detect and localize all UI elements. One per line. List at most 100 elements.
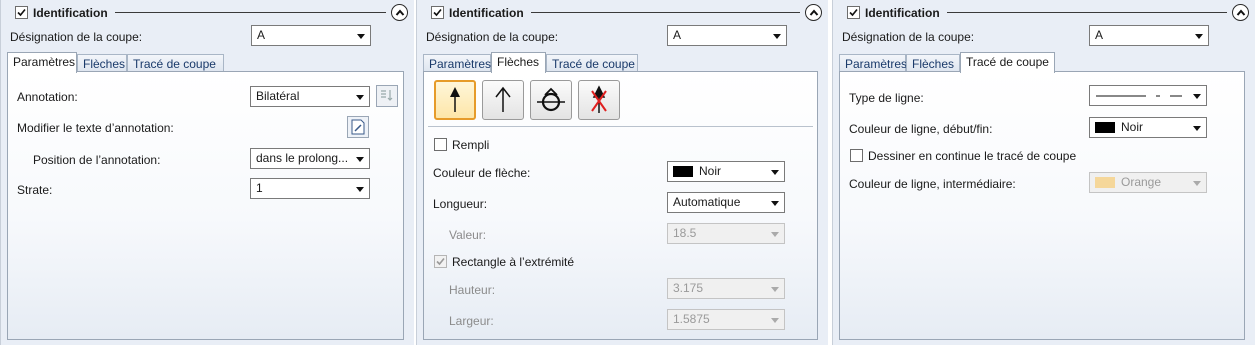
type-ligne-select[interactable] bbox=[1089, 85, 1207, 106]
header-divider bbox=[115, 12, 386, 13]
divider bbox=[428, 126, 813, 127]
section-title: Identification bbox=[865, 6, 940, 20]
identification-checkbox[interactable] bbox=[431, 6, 444, 19]
arrow-none-button[interactable] bbox=[578, 80, 620, 120]
rectangle-checkbox[interactable] bbox=[434, 255, 447, 268]
annotation-options-icon[interactable] bbox=[376, 85, 398, 107]
chevron-down-icon bbox=[771, 201, 779, 206]
couleur-inter-select[interactable]: Orange bbox=[1089, 172, 1207, 193]
header-divider bbox=[531, 12, 800, 13]
tab-trace-de-coupe[interactable]: Tracé de coupe bbox=[546, 54, 638, 72]
chevron-down-icon bbox=[356, 187, 364, 192]
color-swatch bbox=[1095, 177, 1115, 189]
couleur-fleche-value: Noir bbox=[699, 164, 722, 178]
tab-trace-de-coupe[interactable]: Tracé de coupe bbox=[127, 54, 224, 72]
chevron-down-icon bbox=[1193, 181, 1201, 186]
arrow-circle-icon bbox=[537, 87, 565, 112]
tab-trace-de-coupe[interactable]: Tracé de coupe bbox=[960, 52, 1055, 73]
chevron-down-icon bbox=[773, 34, 781, 39]
modify-annotation-label: Modifier le texte d’annotation: bbox=[17, 121, 174, 135]
chevron-down-icon bbox=[1195, 34, 1203, 39]
chevron-down-icon bbox=[771, 318, 779, 323]
section-title: Identification bbox=[449, 6, 524, 20]
tab-fleches[interactable]: Flèches bbox=[491, 52, 546, 73]
couleur-fleche-select[interactable]: Noir bbox=[667, 161, 785, 182]
annotation-value: Bilatéral bbox=[256, 89, 300, 103]
tab-fleches[interactable]: Flèches bbox=[906, 54, 960, 72]
tab-parametres[interactable]: Paramètres bbox=[7, 52, 77, 73]
couleur-fleche-label: Couleur de flèche: bbox=[433, 166, 531, 180]
arrow-open-button[interactable] bbox=[482, 80, 524, 120]
arrow-filled-button[interactable] bbox=[434, 80, 476, 120]
largeur-value: 1.5875 bbox=[673, 312, 710, 326]
couleur-inter-value: Orange bbox=[1121, 175, 1162, 189]
tab-bar: Paramètres Flèches Tracé de coupe bbox=[7, 52, 307, 73]
hauteur-label: Hauteur: bbox=[449, 283, 496, 297]
tab-parametres[interactable]: Paramètres bbox=[839, 54, 907, 72]
couleur-debut-value: Noir bbox=[1121, 120, 1144, 134]
chevron-down-icon bbox=[771, 287, 779, 292]
no-arrow-icon bbox=[591, 85, 607, 113]
chevron-down-icon bbox=[356, 95, 364, 100]
longueur-label: Longueur: bbox=[433, 197, 488, 211]
designation-value: A bbox=[257, 28, 266, 42]
header-divider bbox=[947, 12, 1227, 13]
tab-content: Rempli Couleur de flèche: Noir Longueur:… bbox=[423, 71, 818, 340]
strate-select[interactable]: 1 bbox=[250, 178, 370, 199]
designation-select[interactable]: A bbox=[1089, 25, 1209, 46]
line-pattern-icon bbox=[1096, 95, 1182, 97]
longueur-select[interactable]: Automatique bbox=[667, 192, 785, 213]
designation-label: Désignation de la coupe: bbox=[426, 30, 559, 44]
tab-parametres[interactable]: Paramètres bbox=[423, 54, 491, 72]
section-header: Identification bbox=[839, 4, 1249, 22]
designation-value: A bbox=[1095, 28, 1104, 42]
largeur-select[interactable]: 1.5875 bbox=[667, 309, 785, 330]
dessiner-label: Dessiner en continue le tracé de coupe bbox=[868, 149, 1077, 163]
section-header: Identification bbox=[7, 4, 408, 22]
section-title: Identification bbox=[33, 6, 108, 20]
rectangle-label: Rectangle à l’extrémité bbox=[452, 255, 575, 269]
arrow-open-icon bbox=[495, 86, 511, 112]
annotation-label: Annotation: bbox=[17, 90, 78, 104]
chevron-down-icon bbox=[771, 232, 779, 237]
chevron-down-icon bbox=[1193, 126, 1201, 131]
couleur-debut-select[interactable]: Noir bbox=[1089, 117, 1207, 138]
tab-content: Annotation: Bilatéral Modifier le texte … bbox=[7, 71, 404, 340]
tab-bar: Paramètres Flèches Tracé de coupe bbox=[423, 52, 723, 73]
valeur-value: 18.5 bbox=[673, 226, 697, 240]
designation-value: A bbox=[673, 28, 682, 42]
designation-select[interactable]: A bbox=[251, 25, 371, 46]
color-swatch bbox=[673, 166, 693, 178]
arrow-filled-icon bbox=[450, 87, 460, 112]
longueur-value: Automatique bbox=[673, 195, 741, 209]
tab-fleches[interactable]: Flèches bbox=[77, 54, 127, 72]
chevron-down-icon bbox=[356, 157, 364, 162]
panel-fleches: Identification Désignation de la coupe: … bbox=[416, 0, 828, 345]
rempli-label: Rempli bbox=[452, 138, 490, 152]
designation-select[interactable]: A bbox=[667, 25, 787, 46]
dessiner-checkbox[interactable] bbox=[850, 149, 863, 162]
annotation-select[interactable]: Bilatéral bbox=[250, 86, 370, 107]
edit-text-icon[interactable] bbox=[347, 116, 369, 138]
hauteur-value: 3.175 bbox=[673, 281, 704, 295]
position-annotation-label: Position de l’annotation: bbox=[33, 153, 161, 167]
rempli-checkbox[interactable] bbox=[434, 138, 447, 151]
strate-value: 1 bbox=[256, 181, 263, 195]
chevron-down-icon bbox=[771, 170, 779, 175]
position-select[interactable]: dans le prolong... bbox=[250, 148, 370, 169]
identification-checkbox[interactable] bbox=[847, 6, 860, 19]
designation-label: Désignation de la coupe: bbox=[842, 30, 975, 44]
collapse-icon[interactable] bbox=[391, 4, 408, 21]
strate-label: Strate: bbox=[17, 183, 53, 197]
position-value: dans le prolong... bbox=[256, 151, 349, 165]
hauteur-select[interactable]: 3.175 bbox=[667, 278, 785, 299]
valeur-select[interactable]: 18.5 bbox=[667, 223, 785, 244]
type-ligne-label: Type de ligne: bbox=[849, 91, 924, 105]
largeur-label: Largeur: bbox=[449, 314, 494, 328]
tab-content: Type de ligne: Couleur de ligne, début/f… bbox=[839, 71, 1245, 340]
identification-checkbox[interactable] bbox=[15, 6, 28, 19]
arrow-circle-button[interactable] bbox=[530, 80, 572, 120]
panel-trace-de-coupe: Identification Désignation de la coupe: … bbox=[832, 0, 1255, 345]
collapse-icon[interactable] bbox=[1232, 4, 1249, 21]
collapse-icon[interactable] bbox=[805, 4, 822, 21]
